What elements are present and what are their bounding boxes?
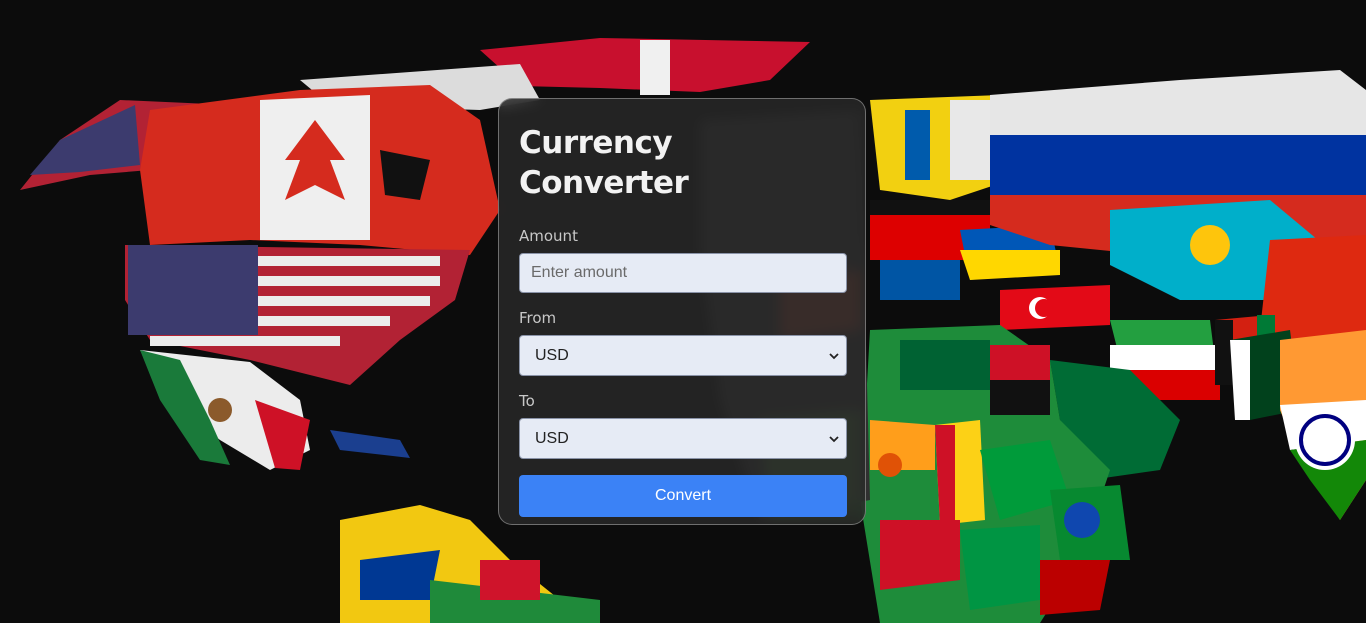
- to-currency-select[interactable]: USD: [519, 418, 847, 459]
- page-title: Currency Converter: [519, 125, 689, 201]
- from-currency-select[interactable]: USD: [519, 335, 847, 376]
- to-currency-value: USD: [535, 430, 569, 447]
- amount-input[interactable]: [519, 253, 847, 293]
- converter-card: Currency Converter Amount From USD To US…: [498, 98, 866, 525]
- from-currency-value: USD: [535, 347, 569, 364]
- amount-label: Amount: [519, 227, 578, 245]
- to-label: To: [519, 392, 535, 410]
- convert-button[interactable]: Convert: [519, 475, 847, 517]
- chevron-down-icon: [829, 436, 839, 443]
- chevron-down-icon: [829, 353, 839, 360]
- from-label: From: [519, 309, 557, 327]
